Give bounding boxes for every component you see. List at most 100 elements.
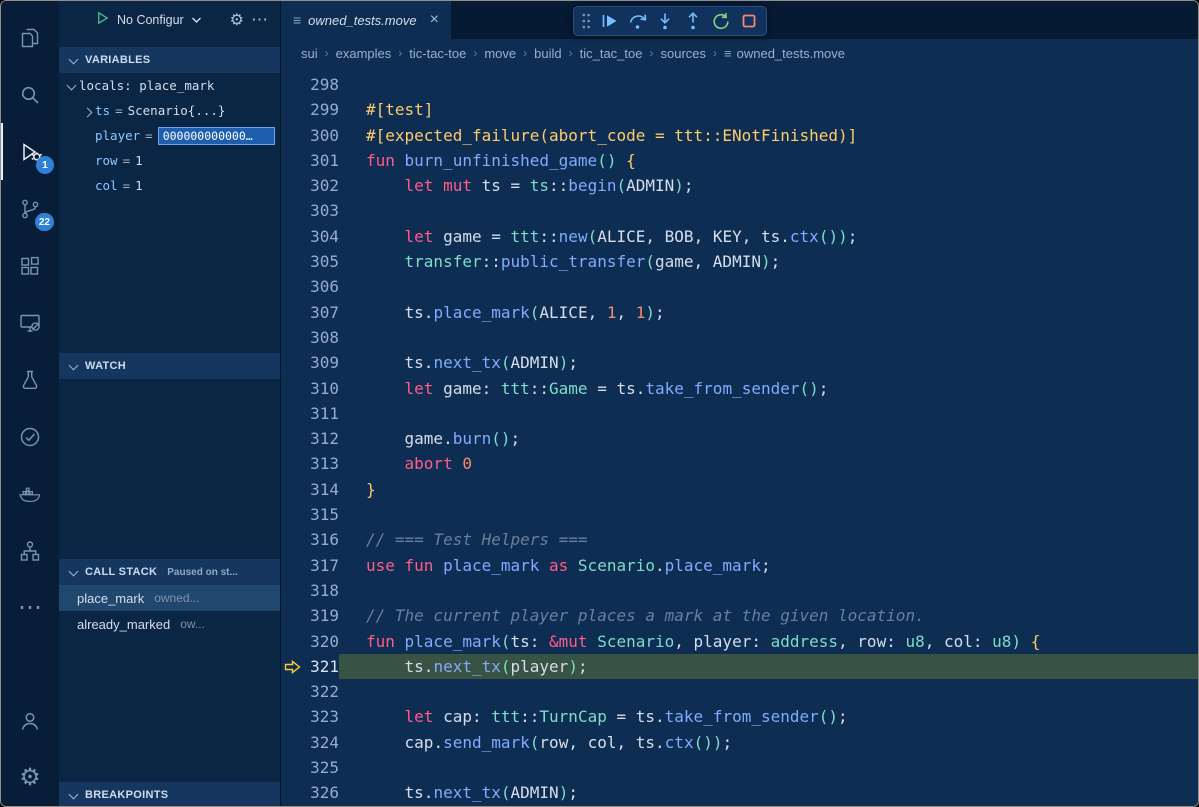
activity-item-remote-explorer[interactable] (1, 294, 59, 351)
code-line-text[interactable] (339, 679, 1198, 704)
activity-item-run-and-debug[interactable]: 1 (1, 123, 59, 180)
breakpoints-section-header[interactable]: BREAKPOINTS (59, 782, 280, 807)
code-line-text[interactable]: // === Test Helpers === (339, 527, 1198, 552)
code-line-text[interactable]: ts.next_tx(ADMIN); (339, 780, 1198, 805)
stack-frame-row[interactable]: already_markedow... (59, 611, 280, 637)
activity-item-search[interactable] (1, 66, 59, 123)
tab-owned-tests-move[interactable]: ≡ owned_tests.move × (281, 1, 451, 39)
line-number-gutter[interactable]: 315 (281, 502, 339, 527)
code-line-text[interactable]: // The current player places a mark at t… (339, 603, 1198, 628)
line-number-gutter[interactable]: 305 (281, 249, 339, 274)
code-line-text[interactable]: fun burn_unfinished_game() { (339, 148, 1198, 173)
line-number-gutter[interactable]: 301 (281, 148, 339, 173)
line-number-gutter[interactable]: 311 (281, 401, 339, 426)
line-number-gutter[interactable]: 300 (281, 123, 339, 148)
variable-row[interactable]: col=1 (59, 173, 280, 198)
code-line-text[interactable] (339, 198, 1198, 223)
line-number-gutter[interactable]: 313 (281, 451, 339, 476)
debug-settings-gear-icon[interactable]: ⚙ (230, 10, 244, 30)
activity-item-settings[interactable]: ⚙ (1, 749, 59, 806)
start-debug-icon[interactable] (95, 10, 110, 31)
variable-row[interactable]: player=000000000000… (59, 123, 280, 148)
activity-item-explorer[interactable] (1, 9, 59, 66)
line-number-gutter[interactable]: 309 (281, 350, 339, 375)
breadcrumb-item[interactable]: move (484, 46, 516, 61)
activity-item-accounts[interactable] (1, 692, 59, 749)
code-line-text[interactable] (339, 755, 1198, 780)
step-over-button[interactable] (624, 9, 649, 34)
line-number-gutter[interactable]: 325 (281, 755, 339, 780)
breadcrumb-item[interactable]: tic_tac_toe (580, 46, 643, 61)
activity-item-source-control[interactable]: 22 (1, 180, 59, 237)
code-line-text[interactable]: transfer::public_transfer(game, ADMIN); (339, 249, 1198, 274)
code-editor[interactable]: 298 299#[test]300#[expected_failure(abor… (281, 67, 1198, 806)
code-line-text[interactable]: let game = ttt::new(ALICE, BOB, KEY, ts.… (339, 224, 1198, 249)
code-line-text[interactable]: let cap: ttt::TurnCap = ts.take_from_sen… (339, 704, 1198, 729)
line-number-gutter[interactable]: 304 (281, 224, 339, 249)
code-line-text[interactable]: #[expected_failure(abort_code = ttt::ENo… (339, 123, 1198, 148)
activity-item-extensions[interactable] (1, 237, 59, 294)
line-number-gutter[interactable]: 318 (281, 578, 339, 603)
breadcrumb-item[interactable]: ≡owned_tests.move (724, 46, 845, 61)
line-number-gutter[interactable]: 316 (281, 527, 339, 552)
step-into-button[interactable] (652, 9, 677, 34)
activity-item-checks[interactable] (1, 408, 59, 465)
line-number-gutter[interactable]: 308 (281, 325, 339, 350)
activity-item-more[interactable]: ⋯ (1, 579, 59, 636)
code-line-text[interactable]: ts.next_tx(ADMIN); (339, 350, 1198, 375)
code-line-text[interactable]: #[test] (339, 97, 1198, 122)
breadcrumb-item[interactable]: sui (301, 46, 318, 61)
line-number-gutter[interactable]: 322 (281, 679, 339, 704)
breadcrumb-item[interactable]: tic-tac-toe (409, 46, 466, 61)
stack-frame-row[interactable]: place_markowned... (59, 585, 280, 611)
variables-scope-row[interactable]: locals: place_mark (59, 73, 280, 98)
debug-more-actions-icon[interactable]: ⋯ (251, 10, 270, 30)
code-line-text[interactable] (339, 401, 1198, 426)
variable-row[interactable]: ts=Scenario{...} (59, 98, 280, 123)
line-number-gutter[interactable]: 326 (281, 780, 339, 805)
code-line-text[interactable]: abort 0 (339, 451, 1198, 476)
code-line-text[interactable]: let mut ts = ts::begin(ADMIN); (339, 173, 1198, 198)
code-line-text[interactable] (339, 502, 1198, 527)
code-line-text[interactable]: } (339, 477, 1198, 502)
code-line-text[interactable]: let game: ttt::Game = ts.take_from_sende… (339, 376, 1198, 401)
breadcrumb-item[interactable]: sources (660, 46, 706, 61)
code-line-text[interactable] (339, 72, 1198, 97)
stop-button[interactable] (736, 9, 761, 34)
code-line-text[interactable]: cap.send_mark(row, col, ts.ctx()); (339, 730, 1198, 755)
line-number-gutter[interactable]: 307 (281, 300, 339, 325)
step-out-button[interactable] (680, 9, 705, 34)
line-number-gutter[interactable]: 314 (281, 477, 339, 502)
code-line-text[interactable]: ts.next_tx(player); (339, 654, 1198, 679)
line-number-gutter[interactable]: 298 (281, 72, 339, 97)
line-number-gutter[interactable]: 312 (281, 426, 339, 451)
watch-section-header[interactable]: WATCH (59, 353, 280, 379)
line-number-gutter[interactable]: 319 (281, 603, 339, 628)
code-line-text[interactable]: fun place_mark(ts: &mut Scenario, player… (339, 629, 1198, 654)
line-number-gutter[interactable]: 310 (281, 376, 339, 401)
variable-value-changed[interactable]: 000000000000… (158, 127, 275, 145)
activity-item-testing[interactable] (1, 351, 59, 408)
code-line-text[interactable]: ts.place_mark(ALICE, 1, 1); (339, 300, 1198, 325)
code-line-text[interactable]: game.burn(); (339, 426, 1198, 451)
activity-item-docker[interactable] (1, 465, 59, 522)
activity-item-hierarchy[interactable] (1, 522, 59, 579)
close-icon[interactable]: × (430, 11, 439, 29)
line-number-gutter[interactable]: 321 (281, 654, 339, 679)
call-stack-section-header[interactable]: CALL STACK Paused on st... (59, 559, 280, 585)
line-number-gutter[interactable]: 302 (281, 173, 339, 198)
drag-handle-icon[interactable] (579, 9, 593, 34)
breadcrumb-item[interactable]: build (534, 46, 561, 61)
code-line-text[interactable]: use fun place_mark as Scenario.place_mar… (339, 553, 1198, 578)
line-number-gutter[interactable]: 303 (281, 198, 339, 223)
line-number-gutter[interactable]: 324 (281, 730, 339, 755)
line-number-gutter[interactable]: 299 (281, 97, 339, 122)
breadcrumb-item[interactable]: examples (336, 46, 392, 61)
code-line-text[interactable] (339, 578, 1198, 603)
restart-button[interactable] (708, 9, 733, 34)
continue-button[interactable] (596, 9, 621, 34)
debug-config-select[interactable]: No Configur (117, 13, 184, 27)
code-line-text[interactable] (339, 274, 1198, 299)
line-number-gutter[interactable]: 323 (281, 704, 339, 729)
code-line-text[interactable] (339, 325, 1198, 350)
